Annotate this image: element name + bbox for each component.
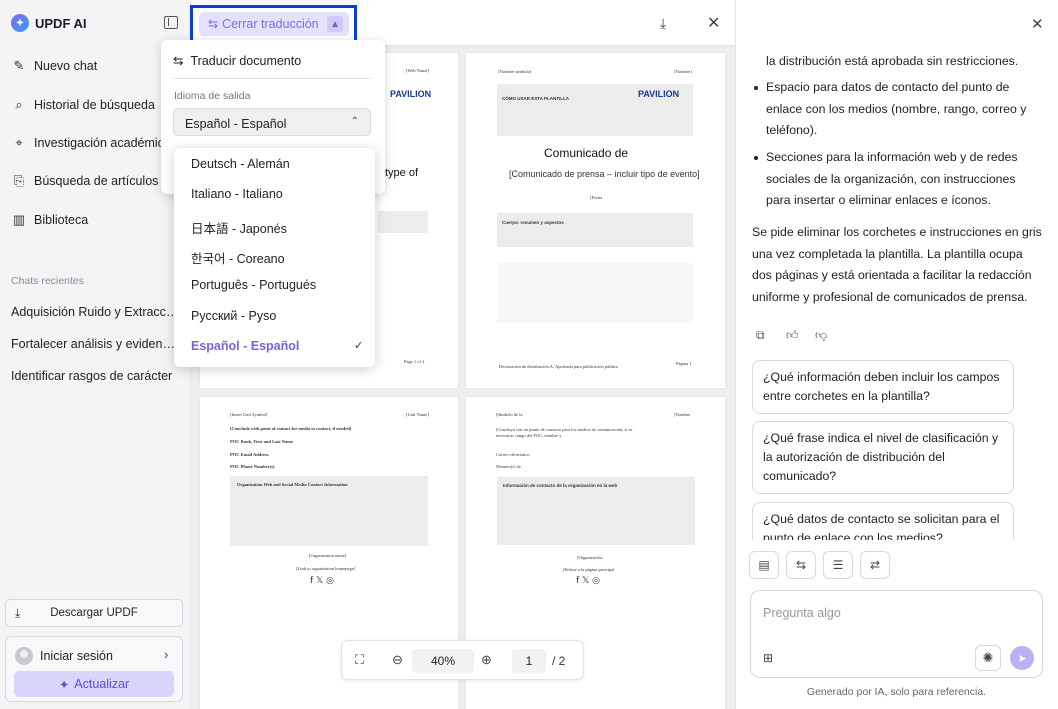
model-icon[interactable]: ✺ — [975, 645, 1001, 671]
chevron-right-icon[interactable]: › — [164, 647, 168, 662]
zoom-out-icon[interactable]: ⊖ — [392, 652, 403, 668]
social-icons: f 𝕏 ◎ — [310, 576, 334, 586]
chat-input[interactable]: Pregunta algo ⊞ ✺ ➤ — [750, 590, 1043, 678]
brand: ✦ UPDF AI — [11, 14, 87, 32]
avatar — [15, 647, 33, 665]
pavilion-logo: PAVILION — [390, 89, 432, 99]
sidebar-item-library[interactable]: ▥ Biblioteca — [12, 213, 188, 227]
ai-answer-bullet: Secciones para la información web y de r… — [766, 150, 1018, 207]
language-option[interactable]: Italiano - Italiano — [191, 187, 283, 201]
doc-search-icon: ⎘ — [13, 174, 25, 188]
recent-chat-item[interactable]: Identificar rasgos de carácter — [11, 369, 179, 383]
collapse-sidebar-icon[interactable] — [164, 16, 178, 29]
output-language-label: Idioma de salida — [174, 90, 251, 102]
translate-icon: ⇆ — [173, 54, 184, 68]
ai-answer-bullet: Espacio para datos de contacto del punto… — [766, 80, 1027, 137]
language-option[interactable]: Русский - Руso — [191, 309, 276, 323]
pavilion-logo: PAVILION — [638, 89, 680, 99]
translate-icon[interactable]: ⇆ — [786, 551, 816, 579]
thumbs-up-icon[interactable]: 👍︎ — [786, 328, 799, 343]
chevron-up-icon: ⌃ — [350, 116, 359, 127]
image-upload-icon[interactable]: ⊞ — [763, 651, 773, 665]
check-icon: ✓ — [354, 340, 364, 352]
thumbs-down-icon[interactable]: 👎︎ — [815, 328, 827, 343]
language-dropdown: Deutsch - Alemán Italiano - Italiano 日本語… — [174, 148, 375, 367]
download-icon[interactable]: ⤓ — [660, 15, 666, 32]
language-option[interactable]: 日本語 - Japonés — [191, 218, 287, 237]
zoom-in-icon[interactable]: ⊕ — [481, 652, 492, 668]
highlight-box — [190, 5, 357, 44]
updf-logo-icon: ✦ — [11, 14, 29, 32]
page-number-input[interactable]: 1 — [512, 649, 546, 673]
zoom-toolbar: ⛶ ⊖ 40% ⊕ 1 / 2 — [341, 640, 584, 680]
language-option[interactable]: 한국어 - Coreano — [191, 248, 285, 267]
social-icons: f 𝕏 ◎ — [576, 576, 600, 586]
ai-answer-paragraph: Se pide eliminar los corchetes e instruc… — [752, 225, 1042, 304]
output-language-select[interactable]: Español - Español ⌃ — [173, 108, 371, 136]
download-updf-button[interactable]: ⤓ Descargar UPDF — [5, 599, 183, 627]
search-icon: ⌕ — [15, 98, 23, 112]
telescope-icon: ⌖ — [15, 136, 23, 150]
language-option[interactable]: Português - Portugués — [191, 278, 316, 292]
ai-disclaimer: Generado por IA, solo para referencia. — [806, 686, 987, 698]
translate-document-button[interactable]: ⇆ Traducir documento — [173, 53, 301, 69]
recent-chats-title: Chats recientes — [11, 275, 84, 287]
language-option[interactable]: Deutsch - Alemán — [191, 157, 290, 171]
edit-icon: ✎ — [13, 59, 25, 73]
document-page: [Nombre símbolo] [Nombre] CÓMO USAR ESTA… — [466, 53, 725, 388]
ai-answer-text: la distribución está aprobada sin restri… — [766, 54, 1019, 68]
explain-icon[interactable]: ☰ — [823, 551, 853, 579]
app-name: UPDF AI — [35, 15, 87, 31]
download-icon: ⤓ — [15, 606, 21, 620]
library-icon: ▥ — [12, 213, 26, 227]
close-icon[interactable]: ✕ — [707, 13, 720, 33]
crop-icon[interactable]: ⛶ — [355, 652, 364, 668]
copy-icon[interactable]: ⧉ — [756, 328, 765, 343]
suggested-question[interactable]: ¿Qué datos de contacto se solicitan para… — [752, 502, 1014, 540]
sparkle-icon: ✦ — [58, 677, 70, 692]
login-box: Iniciar sesión › ✦ Actualizar — [5, 636, 183, 702]
language-option-selected[interactable]: Español - Español — [191, 339, 299, 353]
suggested-question[interactable]: ¿Qué frase indica el nivel de clasificac… — [752, 421, 1014, 494]
chat-input-placeholder: Pregunta algo — [763, 606, 841, 620]
summarize-icon[interactable]: ▤ — [749, 551, 779, 579]
convert-icon[interactable]: ⇄ — [860, 551, 890, 579]
recent-chat-item[interactable]: Adquisición Ruido y Extracción — [11, 305, 179, 319]
upgrade-button[interactable]: ✦ Actualizar — [14, 671, 174, 697]
recent-chat-item[interactable]: Fortalecer análisis y evidencias — [11, 337, 179, 351]
send-button[interactable]: ➤ — [1010, 646, 1034, 670]
total-pages: 2 — [558, 654, 566, 668]
zoom-level[interactable]: 40% — [412, 649, 474, 673]
suggested-question[interactable]: ¿Qué información deben incluir los campo… — [752, 360, 1014, 414]
login-label[interactable]: Iniciar sesión — [40, 649, 113, 663]
